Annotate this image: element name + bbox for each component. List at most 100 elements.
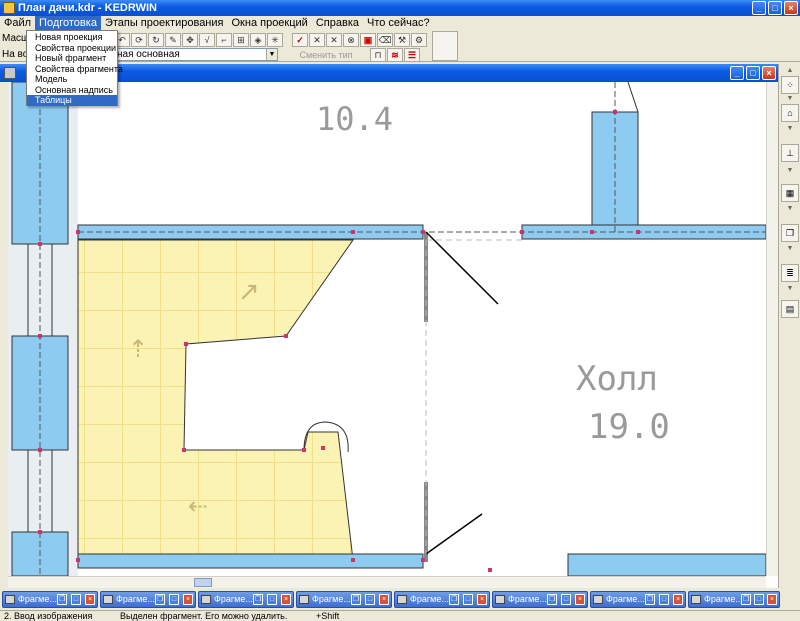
maximize-icon[interactable]: □ bbox=[71, 594, 81, 605]
erase-icon[interactable]: ⌫ bbox=[377, 33, 393, 47]
pan-icon[interactable]: ✥ bbox=[182, 33, 198, 47]
draw-icon[interactable]: ✎ bbox=[165, 33, 181, 47]
wall-edge-line bbox=[627, 82, 639, 113]
fragment-tab[interactable]: Фрагме... ❐ □ × bbox=[100, 591, 196, 608]
staircase-area bbox=[77, 239, 354, 561]
stack-icon[interactable]: ≣ bbox=[781, 264, 799, 282]
frame-icon[interactable]: ⊓ bbox=[370, 48, 386, 62]
fragment-tab[interactable]: Фрагме... ❐ □ × bbox=[296, 591, 392, 608]
copy-icon[interactable]: ❐ bbox=[781, 224, 799, 242]
maximize-icon[interactable]: □ bbox=[659, 594, 669, 605]
chevron-down-icon[interactable]: ▼ bbox=[781, 285, 799, 292]
chevron-down-icon[interactable]: ▼ bbox=[781, 205, 799, 212]
menu-item-new-fragment[interactable]: Новый фрагмент bbox=[27, 53, 117, 64]
maximize-button[interactable]: □ bbox=[768, 1, 782, 15]
menu-item-title-block[interactable]: Основная надпись bbox=[27, 85, 117, 96]
restore-icon[interactable]: ❐ bbox=[155, 594, 165, 605]
menu-whats-now[interactable]: Что сейчас? bbox=[363, 16, 434, 30]
fragment-tab[interactable]: Фрагме... ❐ □ × bbox=[394, 591, 490, 608]
layer-combo[interactable]: ная основная ▼ bbox=[114, 48, 278, 61]
menu-item-projection-properties[interactable]: Свойства проекции bbox=[27, 43, 117, 54]
restore-icon[interactable]: ❐ bbox=[645, 594, 655, 605]
close-icon[interactable]: × bbox=[183, 594, 193, 605]
close-icon[interactable]: × bbox=[767, 594, 777, 605]
cross-hatch-icon[interactable]: ⊗ bbox=[343, 33, 359, 47]
fragment-tab[interactable]: Фрагме... ❐ □ × bbox=[492, 591, 588, 608]
line-type-icon[interactable]: ✓ bbox=[292, 33, 308, 47]
maximize-icon[interactable]: □ bbox=[267, 594, 277, 605]
maximize-icon[interactable]: □ bbox=[754, 594, 764, 605]
menu-preparation[interactable]: Подготовка bbox=[35, 16, 101, 30]
close-icon[interactable]: × bbox=[281, 594, 291, 605]
sqrt-icon[interactable]: √ bbox=[199, 33, 215, 47]
house-icon[interactable]: ⌂ bbox=[781, 104, 799, 122]
cross-alt-icon[interactable]: ✕ bbox=[326, 33, 342, 47]
rotate-icon[interactable]: ⟳ bbox=[131, 33, 147, 47]
target-icon[interactable]: ◈ bbox=[250, 33, 266, 47]
chevron-down-icon[interactable]: ▼ bbox=[781, 167, 799, 174]
menu-help[interactable]: Справка bbox=[312, 16, 363, 30]
maximize-icon[interactable]: □ bbox=[561, 594, 571, 605]
chevron-down-icon[interactable]: ▼ bbox=[781, 245, 799, 252]
restore-icon[interactable]: ❐ bbox=[57, 594, 67, 605]
menu-design-stages[interactable]: Этапы проектирования bbox=[101, 16, 228, 30]
chevron-down-icon[interactable]: ▼ bbox=[266, 49, 277, 60]
menu-file[interactable]: Файл bbox=[0, 16, 35, 30]
menu-projection-windows[interactable]: Окна проекций bbox=[228, 16, 312, 30]
fragment-tab[interactable]: Фрагме... ❐ □ × bbox=[198, 591, 294, 608]
measure-icon[interactable]: ⊥ bbox=[781, 144, 799, 162]
fragment-tab[interactable]: Фрагме... ❐ □ × bbox=[688, 591, 780, 608]
close-icon[interactable]: × bbox=[85, 594, 95, 605]
menu-item-new-projection[interactable]: Новая проекция bbox=[27, 32, 117, 43]
restore-icon[interactable]: ❐ bbox=[253, 594, 263, 605]
drawing-canvas[interactable]: ⇡ ↗ ⇠ 10.4 Холл 19.0 bbox=[8, 82, 766, 576]
layers-icon[interactable]: ≋ bbox=[387, 48, 403, 62]
maximize-icon[interactable]: □ bbox=[463, 594, 473, 605]
fragment-tab[interactable]: Фрагме... ❐ □ × bbox=[590, 591, 686, 608]
status-message: Выделен фрагмент. Его можно удалить. bbox=[120, 611, 288, 621]
chevron-down-icon[interactable]: ▼ bbox=[781, 125, 799, 132]
steps-icon[interactable]: ⌐ bbox=[216, 33, 232, 47]
refresh-icon[interactable]: ↻ bbox=[148, 33, 164, 47]
nodes-icon[interactable]: ⁘ bbox=[781, 76, 799, 94]
maximize-icon[interactable]: □ bbox=[365, 594, 375, 605]
horizontal-wall-bottom-right bbox=[567, 553, 766, 576]
drawing-minimize-button[interactable]: _ bbox=[730, 66, 744, 80]
restore-icon[interactable]: ❐ bbox=[449, 594, 459, 605]
maximize-icon[interactable]: □ bbox=[169, 594, 179, 605]
print-icon[interactable]: ▤ bbox=[781, 300, 799, 318]
fragment-icon bbox=[593, 595, 603, 604]
close-icon[interactable]: × bbox=[477, 594, 487, 605]
close-icon[interactable]: × bbox=[575, 594, 585, 605]
toolbar-extra-button[interactable] bbox=[432, 31, 458, 61]
stamp-icon[interactable]: ▣ bbox=[360, 33, 376, 47]
color-fill-icon[interactable]: ▦ bbox=[781, 184, 799, 202]
close-icon[interactable]: × bbox=[673, 594, 683, 605]
vertical-scrollbar[interactable] bbox=[766, 82, 778, 576]
cross-icon[interactable]: ✕ bbox=[309, 33, 325, 47]
restore-icon[interactable]: ❐ bbox=[741, 594, 751, 605]
chevron-up-icon[interactable]: ▲ bbox=[781, 67, 799, 74]
horizontal-wall-bottom-left bbox=[77, 553, 424, 569]
restore-icon[interactable]: ❐ bbox=[547, 594, 557, 605]
fragment-tab[interactable]: Фрагме... ❐ □ × bbox=[2, 591, 98, 608]
list-icon[interactable]: ☰ bbox=[404, 48, 420, 62]
drawing-close-button[interactable]: × bbox=[762, 66, 776, 80]
minimize-button[interactable]: _ bbox=[752, 1, 766, 15]
snap-icon[interactable]: ✳ bbox=[267, 33, 283, 47]
restore-icon[interactable]: ❐ bbox=[351, 594, 361, 605]
close-icon[interactable]: × bbox=[379, 594, 389, 605]
drawing-maximize-button[interactable]: □ bbox=[746, 66, 760, 80]
horizontal-scrollbar[interactable] bbox=[8, 576, 766, 588]
menu-item-fragment-properties[interactable]: Свойства фрагмента bbox=[27, 64, 123, 75]
chevron-down-icon[interactable]: ▼ bbox=[781, 95, 799, 102]
grid-icon[interactable]: ⊞ bbox=[233, 33, 249, 47]
menu-item-model[interactable]: Модель bbox=[27, 74, 117, 85]
change-line-type-button[interactable]: Сменить тип линии bbox=[288, 50, 364, 71]
tool-icon[interactable]: ⚒ bbox=[394, 33, 410, 47]
horizontal-scroll-thumb[interactable] bbox=[194, 578, 212, 587]
close-button[interactable]: × bbox=[784, 1, 798, 15]
wrench-icon[interactable]: ⚙ bbox=[411, 33, 427, 47]
menu-item-tables[interactable]: Таблицы bbox=[27, 95, 117, 106]
door-leaf-lower bbox=[425, 513, 483, 555]
